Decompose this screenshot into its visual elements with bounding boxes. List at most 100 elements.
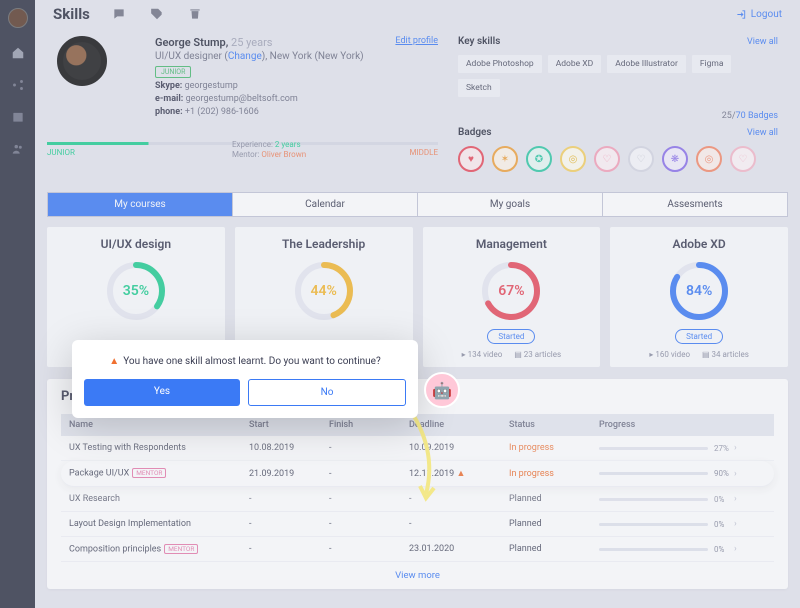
- video-count: ▸ 160 video: [649, 350, 690, 359]
- row-start: -: [249, 494, 329, 504]
- view-more-button[interactable]: View more: [61, 562, 774, 583]
- left-sidebar: [0, 0, 35, 608]
- badge-icon[interactable]: ◎: [696, 146, 722, 172]
- logout-icon: [736, 9, 747, 20]
- chevron-right-icon: ›: [734, 519, 744, 529]
- tag-icon[interactable]: [150, 7, 164, 21]
- tab-my-courses[interactable]: My courses: [48, 193, 232, 216]
- badge-total-link[interactable]: 70 Badges: [736, 111, 778, 121]
- table-row[interactable]: Layout Design Implementation---Planned0%…: [61, 512, 774, 537]
- tab-calendar[interactable]: Calendar: [232, 193, 417, 216]
- badge-icon[interactable]: ◎: [560, 146, 586, 172]
- badges-row: ♥ ✶ ✪ ◎ ♡ ♡ ❋ ◎ ♡: [458, 146, 778, 172]
- chevron-right-icon: ›: [734, 544, 744, 554]
- xp-middle-label: MIDDLE: [409, 148, 438, 157]
- badges-title: Badges: [458, 127, 492, 138]
- row-name: UX Testing with Respondents: [69, 443, 249, 453]
- badge-icon[interactable]: ♡: [730, 146, 756, 172]
- row-status: Planned: [509, 494, 599, 504]
- started-badge: Started: [487, 329, 535, 344]
- table-row[interactable]: Composition principlesMENTOR--23.01.2020…: [61, 537, 774, 562]
- level-badge: JUNIOR: [155, 66, 191, 78]
- row-status: In progress: [509, 443, 599, 453]
- avatar[interactable]: [57, 36, 107, 86]
- modal-text: ▲You have one skill almost learnt. Do yo…: [84, 356, 406, 367]
- row-start: -: [249, 519, 329, 529]
- course-title: Adobe XD: [610, 237, 788, 251]
- row-start: 21.09.2019: [249, 469, 329, 479]
- course-card[interactable]: Adobe XD84%Started▸ 160 video▤ 34 articl…: [610, 227, 788, 367]
- bot-avatar-icon[interactable]: 🤖: [424, 372, 460, 408]
- trash-icon[interactable]: [188, 7, 202, 21]
- course-title: UI/UX design: [47, 237, 225, 251]
- profile-card: Edit profile George Stump, 25 years UI/U…: [47, 28, 438, 180]
- home-icon[interactable]: [11, 46, 25, 60]
- row-start: 10.08.2019: [249, 443, 329, 453]
- tabs: My coursesCalendarMy goalsAssesments: [47, 192, 788, 217]
- profile-name: George Stump, 25 years: [155, 36, 364, 49]
- row-finish: -: [329, 519, 409, 529]
- chevron-right-icon: ›: [734, 443, 744, 453]
- row-progress: 0%: [599, 495, 734, 504]
- articles-count: ▤ 34 articles: [702, 350, 749, 359]
- course-title: The Leadership: [235, 237, 413, 251]
- row-progress: 27%: [599, 444, 734, 453]
- row-progress: 0%: [599, 520, 734, 529]
- row-progress: 0%: [599, 545, 734, 554]
- row-deadline: -: [409, 519, 509, 529]
- skill-chip[interactable]: Figma: [692, 55, 732, 73]
- badges-viewall[interactable]: View all: [747, 128, 778, 138]
- row-name: UX Research: [69, 494, 249, 504]
- row-name: Package UI/UXMENTOR: [69, 468, 249, 478]
- logout-button[interactable]: Logout: [736, 9, 782, 20]
- key-skills-card: Key skills View all Adobe Photoshop Adobe …: [448, 28, 788, 180]
- badge-count: 25/70 Badges: [458, 111, 778, 121]
- change-role-link[interactable]: Change: [228, 51, 262, 62]
- profile-role: UI/UX designer (Change), New York (New Y…: [155, 51, 364, 62]
- tab-my-goals[interactable]: My goals: [417, 193, 602, 216]
- badge-icon[interactable]: ♡: [594, 146, 620, 172]
- skill-chip[interactable]: Adobe Photoshop: [458, 55, 542, 73]
- share-icon[interactable]: [11, 78, 25, 92]
- skill-chip[interactable]: Sketch: [458, 79, 500, 97]
- video-count: ▸ 134 video: [462, 350, 503, 359]
- skill-chip[interactable]: Adobe Illustrator: [607, 55, 686, 73]
- topbar: Skills Logout: [35, 0, 800, 28]
- badge-icon[interactable]: ✪: [526, 146, 552, 172]
- modal-no-button[interactable]: No: [248, 379, 406, 406]
- tab-assesments[interactable]: Assesments: [602, 193, 787, 216]
- row-status: Planned: [509, 544, 599, 554]
- mentor-link[interactable]: Oliver Brown: [261, 150, 306, 159]
- xp-text: Experience: 2 years: [232, 140, 301, 149]
- contact-skype: Skype: georgestump: [155, 81, 364, 91]
- flame-icon: ▲: [109, 356, 119, 367]
- badge-icon[interactable]: ❋: [662, 146, 688, 172]
- main-panel: Skills Logout Edit profile George Stump,…: [35, 0, 800, 608]
- page-title: Skills: [53, 5, 90, 23]
- key-skills-viewall[interactable]: View all: [747, 37, 778, 47]
- logout-label: Logout: [751, 9, 782, 20]
- modal-yes-button[interactable]: Yes: [84, 379, 240, 406]
- badge-icon[interactable]: ♡: [628, 146, 654, 172]
- calendar-icon[interactable]: [11, 110, 25, 124]
- users-icon[interactable]: [11, 142, 25, 156]
- mentor-text: Mentor: Oliver Brown: [232, 150, 306, 159]
- badge-icon[interactable]: ✶: [492, 146, 518, 172]
- row-name: Composition principlesMENTOR: [69, 544, 249, 554]
- contact-email: e-mail: georgestump@beltsoft.com: [155, 94, 364, 104]
- course-card[interactable]: Management67%Started▸ 134 video▤ 23 arti…: [423, 227, 601, 367]
- contact-phone: phone: +1 (202) 986-1606: [155, 107, 364, 117]
- chat-icon[interactable]: [112, 7, 126, 21]
- chevron-right-icon: ›: [734, 469, 744, 479]
- key-skills-title: Key skills: [458, 36, 500, 47]
- edit-profile-link[interactable]: Edit profile: [395, 36, 438, 46]
- chevron-right-icon: ›: [734, 494, 744, 504]
- sidebar-avatar[interactable]: [8, 8, 28, 28]
- badge-icon[interactable]: ♥: [458, 146, 484, 172]
- row-deadline: 23.01.2020: [409, 544, 509, 554]
- row-progress: 90%: [599, 469, 734, 478]
- xp-junior-label: JUNIOR: [47, 148, 75, 157]
- continue-modal: ▲You have one skill almost learnt. Do yo…: [72, 340, 418, 418]
- row-start: -: [249, 544, 329, 554]
- skill-chip[interactable]: Adobe XD: [548, 55, 601, 73]
